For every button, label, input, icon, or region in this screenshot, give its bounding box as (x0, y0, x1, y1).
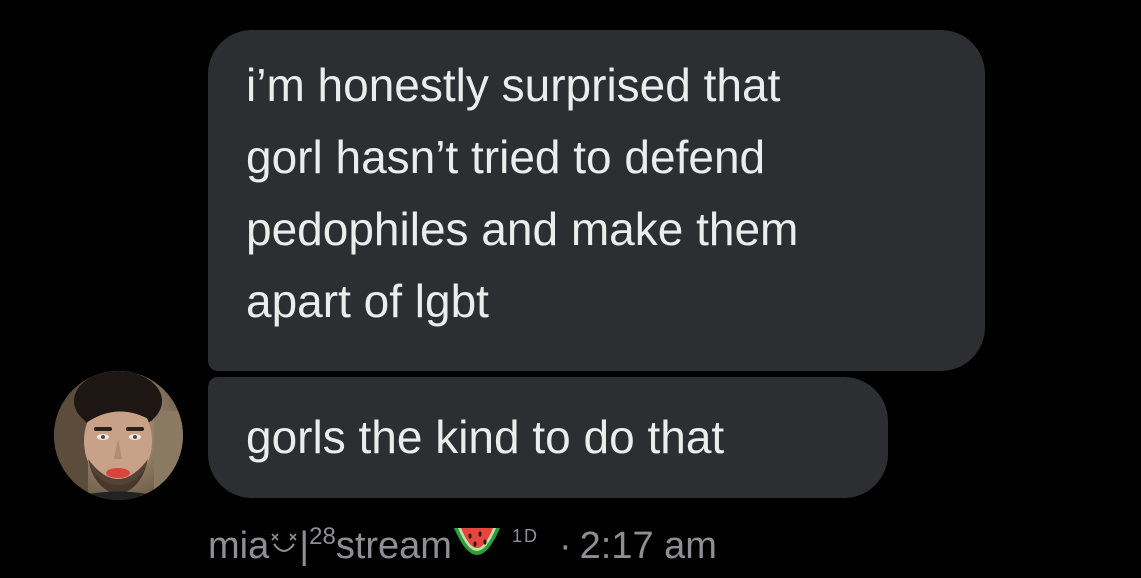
message-line: pedophiles and make them (246, 203, 799, 255)
message-line: gorls the kind to do that (246, 411, 725, 463)
message-line: i’m honestly surprised that (246, 59, 781, 111)
sender-name-prefix[interactable]: mia (208, 525, 269, 568)
sender-name-suffix[interactable]: stream (336, 525, 452, 568)
name-separator: | (299, 525, 310, 567)
message-line: apart of lgbt (246, 275, 489, 327)
name-superscript: 28 (309, 523, 336, 550)
avatar-photo-icon (54, 371, 183, 500)
avatar[interactable] (54, 371, 183, 500)
meta-dot: · (558, 525, 572, 567)
badge-label: 1D (511, 526, 539, 546)
message-bubble[interactable]: i’m honestly surprised that gorl hasn’t … (208, 30, 985, 371)
message-bubble[interactable]: gorls the kind to do that (208, 377, 888, 498)
message-thread: i’m honestly surprised that gorl hasn’t … (0, 0, 1141, 578)
kaomoji-icon (269, 528, 299, 564)
watermelon-icon (452, 522, 502, 566)
timestamp: 2:17 am (579, 525, 717, 567)
message-meta: mia | 28 stream 1D · 2:17 am (208, 514, 717, 568)
message-line: gorl hasn’t tried to defend (246, 131, 766, 183)
